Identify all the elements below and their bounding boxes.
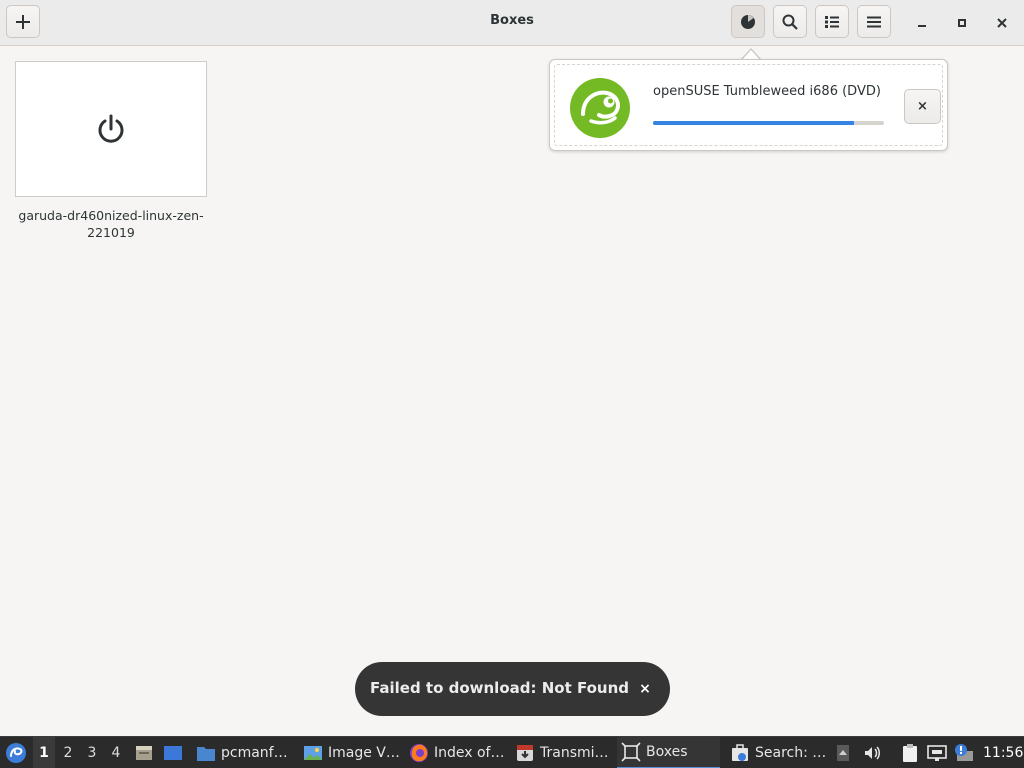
main-menu-button[interactable] bbox=[857, 5, 891, 38]
download-progress-bar bbox=[653, 121, 884, 125]
error-toast: Failed to download: Not Found × bbox=[355, 662, 670, 716]
power-icon bbox=[98, 114, 124, 143]
workspace-1[interactable]: 1 bbox=[33, 737, 55, 768]
search-app-icon bbox=[732, 744, 748, 761]
task-label: Index of… bbox=[434, 745, 505, 761]
task-boxes[interactable]: Boxes bbox=[617, 737, 720, 768]
workspace-3[interactable]: 3 bbox=[81, 737, 103, 768]
taskbar: 1 2 3 4 pcmanf… Image V… Index of… Trans… bbox=[0, 736, 1024, 768]
downloads-popover: openSUSE Tumbleweed i686 (DVD) × bbox=[549, 59, 948, 151]
hamburger-menu-icon bbox=[867, 16, 881, 27]
task-label: Search: … bbox=[755, 745, 826, 761]
close-window-button[interactable] bbox=[991, 12, 1013, 34]
cancel-download-button[interactable]: × bbox=[904, 89, 941, 124]
maximize-icon bbox=[958, 19, 966, 27]
transmission-icon bbox=[517, 745, 533, 761]
maximize-button[interactable] bbox=[951, 12, 973, 34]
distro-logo-icon bbox=[6, 743, 26, 763]
workspace-4[interactable]: 4 bbox=[105, 737, 127, 768]
search-icon bbox=[782, 14, 798, 30]
vm-thumbnail[interactable] bbox=[15, 61, 207, 197]
volume-control[interactable] bbox=[862, 737, 882, 768]
opensuse-gecko-logo bbox=[570, 78, 630, 138]
view-toggle-button[interactable] bbox=[815, 5, 849, 38]
firefox-icon bbox=[410, 744, 428, 762]
task-label: Boxes bbox=[646, 744, 688, 760]
workspace-2[interactable]: 2 bbox=[57, 737, 79, 768]
pie-progress-icon bbox=[741, 14, 755, 29]
task-label: Transmi… bbox=[540, 745, 609, 761]
toast-close-button[interactable]: × bbox=[635, 679, 655, 699]
start-menu-button[interactable] bbox=[4, 737, 28, 768]
task-pcmanfm[interactable]: pcmanf… bbox=[192, 737, 290, 768]
task-label: pcmanf… bbox=[221, 745, 288, 761]
file-manager-launcher[interactable] bbox=[133, 737, 155, 768]
chevron-up-icon bbox=[837, 745, 849, 761]
task-search[interactable]: Search: … bbox=[726, 737, 826, 768]
vm-name-label[interactable]: garuda-dr460nized-linux-zen-221019 bbox=[10, 207, 212, 241]
download-name: openSUSE Tumbleweed i686 (DVD) bbox=[653, 84, 881, 99]
update-notification-icon bbox=[955, 744, 973, 761]
clipboard-icon bbox=[903, 744, 917, 762]
task-transmission[interactable]: Transmi… bbox=[511, 737, 611, 768]
folder-icon bbox=[197, 747, 215, 761]
list-view-icon bbox=[825, 15, 839, 28]
image-viewer-icon bbox=[304, 746, 322, 760]
download-progress-fill bbox=[653, 121, 854, 125]
clock[interactable]: 11:56 bbox=[983, 737, 1023, 768]
tray-expand-button[interactable] bbox=[834, 737, 852, 768]
close-icon bbox=[997, 18, 1007, 28]
downloads-button[interactable] bbox=[731, 5, 765, 38]
updates-applet[interactable] bbox=[952, 737, 976, 768]
volume-icon bbox=[865, 746, 880, 760]
search-button[interactable] bbox=[773, 5, 807, 38]
file-manager-icon bbox=[136, 746, 152, 760]
toast-message: Failed to download: Not Found bbox=[370, 679, 629, 697]
minimize-button[interactable] bbox=[911, 12, 933, 34]
clipboard-applet[interactable] bbox=[899, 737, 921, 768]
download-item: openSUSE Tumbleweed i686 (DVD) × bbox=[554, 64, 943, 146]
task-label: Image V… bbox=[328, 745, 399, 761]
header-bar: Boxes bbox=[0, 0, 1024, 46]
boxes-icon bbox=[621, 742, 641, 762]
network-applet[interactable] bbox=[926, 737, 948, 768]
desktop-icon bbox=[164, 746, 182, 760]
task-image-viewer[interactable]: Image V… bbox=[299, 737, 399, 768]
task-firefox[interactable]: Index of… bbox=[405, 737, 505, 768]
network-icon bbox=[927, 745, 947, 761]
show-desktop-button[interactable] bbox=[161, 737, 185, 768]
minimize-icon bbox=[918, 25, 926, 27]
